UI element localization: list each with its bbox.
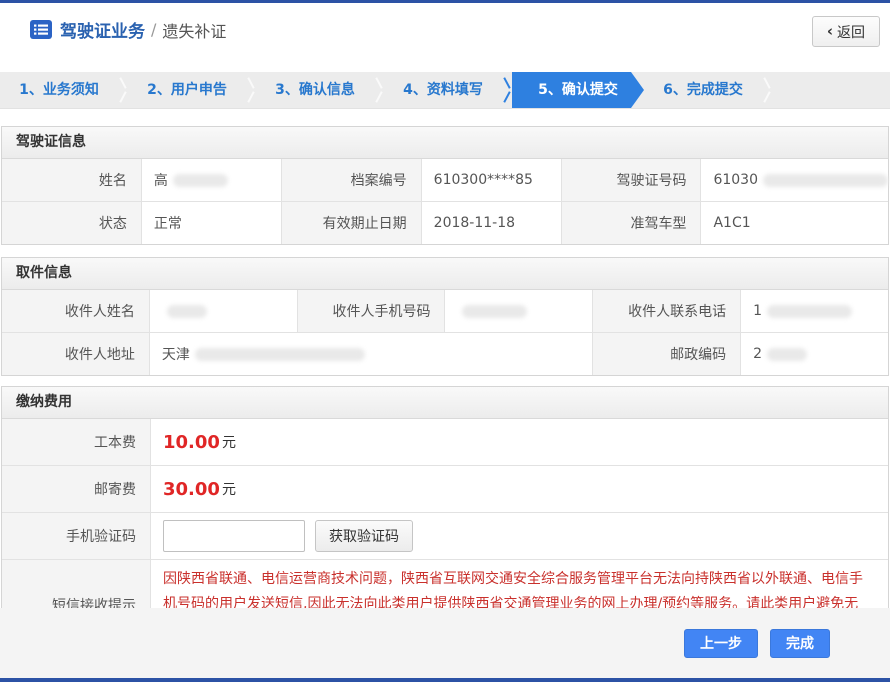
postal-code-value-text: 2 (753, 346, 762, 362)
recipient-address-value-text: 天津 (162, 344, 190, 364)
redacted-blob (763, 174, 888, 187)
status-value-text: 正常 (154, 213, 182, 233)
step-nav: 1、业务须知 2、用户申告 3、确认信息 4、资料填写 5、确认提交 6、完成提… (0, 72, 890, 109)
recipient-phone-value: 1 (741, 290, 888, 332)
get-code-button[interactable]: 获取验证码 (315, 520, 413, 552)
redacted-blob (195, 348, 365, 361)
status-value: 正常 (142, 202, 281, 244)
step-6: 6、完成提交 (644, 72, 762, 108)
breadcrumb-divider: / (151, 20, 156, 39)
section-title-pickup: 取件信息 (2, 258, 888, 290)
file-number-value: 610300****85 (422, 159, 561, 201)
postal-code-value: 2 (741, 333, 888, 375)
postage-fee-unit: 元 (222, 479, 236, 499)
pickup-table: 收件人姓名 收件人手机号码 收件人联系电话 1 收件人地址 天津 邮政编码 (2, 290, 888, 375)
license-number-label: 驾驶证号码 (562, 159, 701, 201)
section-pickup-info: 取件信息 收件人姓名 收件人手机号码 收件人联系电话 1 收件人地址 天津 (1, 257, 889, 376)
list-icon (30, 20, 52, 39)
redacted-blob (167, 305, 207, 318)
bottom-accent-bar (0, 678, 890, 682)
license-number-value-text: 61030 (713, 172, 758, 188)
header: 驾驶证业务 / 遗失补证 ‹ 返回 (0, 3, 890, 56)
expiry-date-value: 2018-11-18 (422, 202, 561, 244)
step-separator-icon (118, 72, 128, 108)
recipient-name-value (150, 290, 297, 332)
license-table: 姓名 高 档案编号 610300****85 驾驶证号码 61030 状态 正常… (2, 159, 888, 244)
section-title-payment: 缴纳费用 (2, 387, 888, 419)
page-title: 驾驶证业务 (60, 17, 145, 42)
sms-code-label: 手机验证码 (2, 513, 150, 559)
step-1: 1、业务须知 (0, 72, 118, 108)
finish-button[interactable]: 完成 (770, 629, 830, 658)
postage-fee-value: 30.00 元 (151, 466, 888, 512)
step-separator-icon (246, 72, 256, 108)
prev-step-button[interactable]: 上一步 (684, 629, 758, 658)
recipient-phone-label: 收件人联系电话 (593, 290, 740, 332)
production-fee-value: 10.00 元 (151, 419, 888, 465)
step-3: 3、确认信息 (256, 72, 374, 108)
chevron-left-icon: ‹ (827, 24, 833, 39)
recipient-name-label: 收件人姓名 (2, 290, 149, 332)
redacted-blob (767, 348, 807, 361)
step-separator-icon (762, 72, 772, 108)
redacted-blob (767, 305, 852, 318)
expiry-date-label: 有效期止日期 (282, 202, 421, 244)
name-label: 姓名 (2, 159, 141, 201)
step-separator-active-icon (502, 72, 512, 108)
expiry-date-value-text: 2018-11-18 (434, 215, 515, 231)
name-value: 高 (142, 159, 281, 201)
recipient-address-label: 收件人地址 (2, 333, 149, 375)
sms-code-row: 获取验证码 (151, 513, 888, 559)
redacted-blob (462, 305, 527, 318)
status-label: 状态 (2, 202, 141, 244)
production-fee-amount: 10.00 (163, 432, 220, 453)
production-fee-label: 工本费 (2, 419, 150, 465)
recipient-address-value: 天津 (150, 333, 593, 375)
footer: 上一步 完成 (0, 608, 890, 678)
step-5-current: 5、确认提交 (512, 72, 644, 108)
recipient-mobile-label: 收件人手机号码 (298, 290, 445, 332)
redacted-blob (173, 174, 228, 187)
sms-code-input[interactable] (163, 520, 305, 552)
file-number-value-text: 610300****85 (434, 172, 533, 188)
step-2: 2、用户申告 (128, 72, 246, 108)
license-number-value: 61030 (701, 159, 888, 201)
recipient-mobile-value (445, 290, 592, 332)
vehicle-class-value-text: A1C1 (713, 215, 750, 231)
back-button[interactable]: ‹ 返回 (812, 16, 880, 47)
breadcrumb-current: 遗失补证 (162, 18, 226, 42)
recipient-phone-value-text: 1 (753, 303, 762, 319)
step-4: 4、资料填写 (384, 72, 502, 108)
file-number-label: 档案编号 (282, 159, 421, 201)
production-fee-unit: 元 (222, 432, 236, 452)
page: 驾驶证业务 / 遗失补证 ‹ 返回 1、业务须知 2、用户申告 3、确认信息 4… (0, 0, 890, 685)
step-separator-icon (374, 72, 384, 108)
postal-code-label: 邮政编码 (593, 333, 740, 375)
postage-fee-label: 邮寄费 (2, 466, 150, 512)
postage-fee-amount: 30.00 (163, 479, 220, 500)
vehicle-class-label: 准驾车型 (562, 202, 701, 244)
name-value-text: 高 (154, 170, 168, 190)
section-title-license: 驾驶证信息 (2, 127, 888, 159)
vehicle-class-value: A1C1 (701, 202, 888, 244)
back-button-label: 返回 (837, 22, 865, 42)
section-license-info: 驾驶证信息 姓名 高 档案编号 610300****85 驾驶证号码 61030… (1, 126, 889, 245)
